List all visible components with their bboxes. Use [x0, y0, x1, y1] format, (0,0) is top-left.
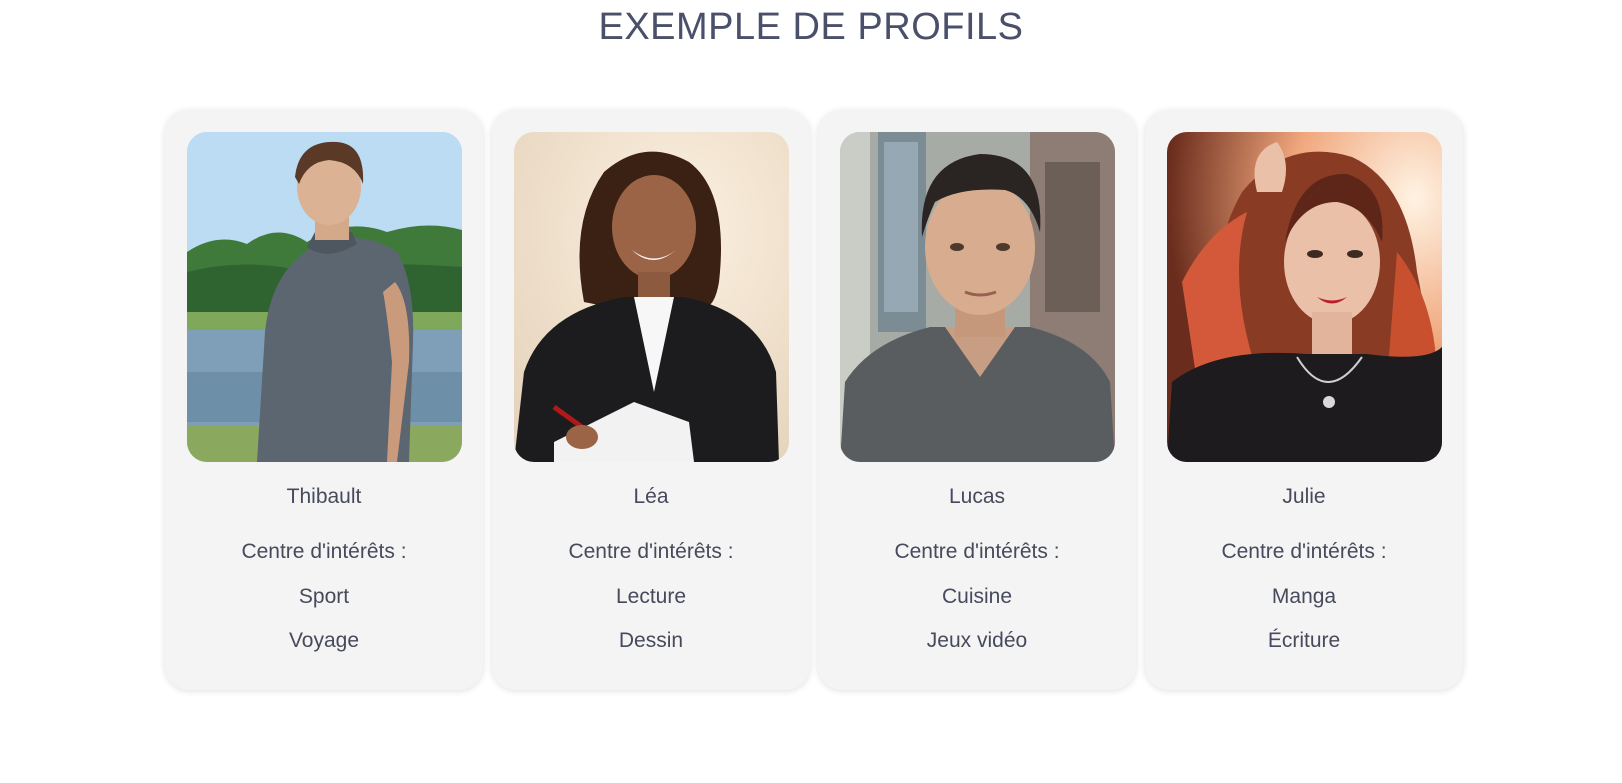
profile-photo-image	[840, 132, 1115, 462]
profile-photo-image	[187, 132, 462, 462]
profile-card-lea[interactable]: Léa Centre d'intérêts : Lecture Dessin	[492, 110, 810, 690]
profile-name: Julie	[1282, 485, 1326, 508]
profile-card-julie[interactable]: Julie Centre d'intérêts : Manga Écriture	[1145, 110, 1463, 690]
interest-item: Voyage	[288, 629, 360, 652]
interest-item: Écriture	[1267, 629, 1341, 652]
profile-card-thibault[interactable]: Thibault Centre d'intérêts : Sport Voyag…	[165, 110, 483, 690]
profiles-page: EXEMPLE DE PROFILS Thibault Centre d'int…	[0, 0, 1622, 783]
interest-item: Manga	[1271, 585, 1337, 608]
interests-label: Centre d'intérêts :	[241, 540, 407, 563]
profile-photo-image	[1167, 132, 1442, 462]
interests-label: Centre d'intérêts :	[1221, 540, 1387, 563]
profile-photo	[187, 132, 462, 462]
profile-photo	[1167, 132, 1442, 462]
interest-item: Dessin	[618, 629, 684, 652]
profile-photo	[514, 132, 789, 462]
profile-photo-image	[514, 132, 789, 462]
profile-photo	[840, 132, 1115, 462]
interest-item: Jeux vidéo	[926, 629, 1028, 652]
profile-name: Lucas	[948, 485, 1006, 508]
page-title: EXEMPLE DE PROFILS	[598, 6, 1024, 48]
interest-item: Lecture	[615, 585, 687, 608]
profile-name: Thibault	[286, 485, 362, 508]
profile-name: Léa	[633, 485, 669, 508]
interest-item: Sport	[298, 585, 350, 608]
profile-card-lucas[interactable]: Lucas Centre d'intérêts : Cuisine Jeux v…	[818, 110, 1136, 690]
interest-item: Cuisine	[941, 585, 1013, 608]
interests-label: Centre d'intérêts :	[568, 540, 734, 563]
interests-label: Centre d'intérêts :	[894, 540, 1060, 563]
